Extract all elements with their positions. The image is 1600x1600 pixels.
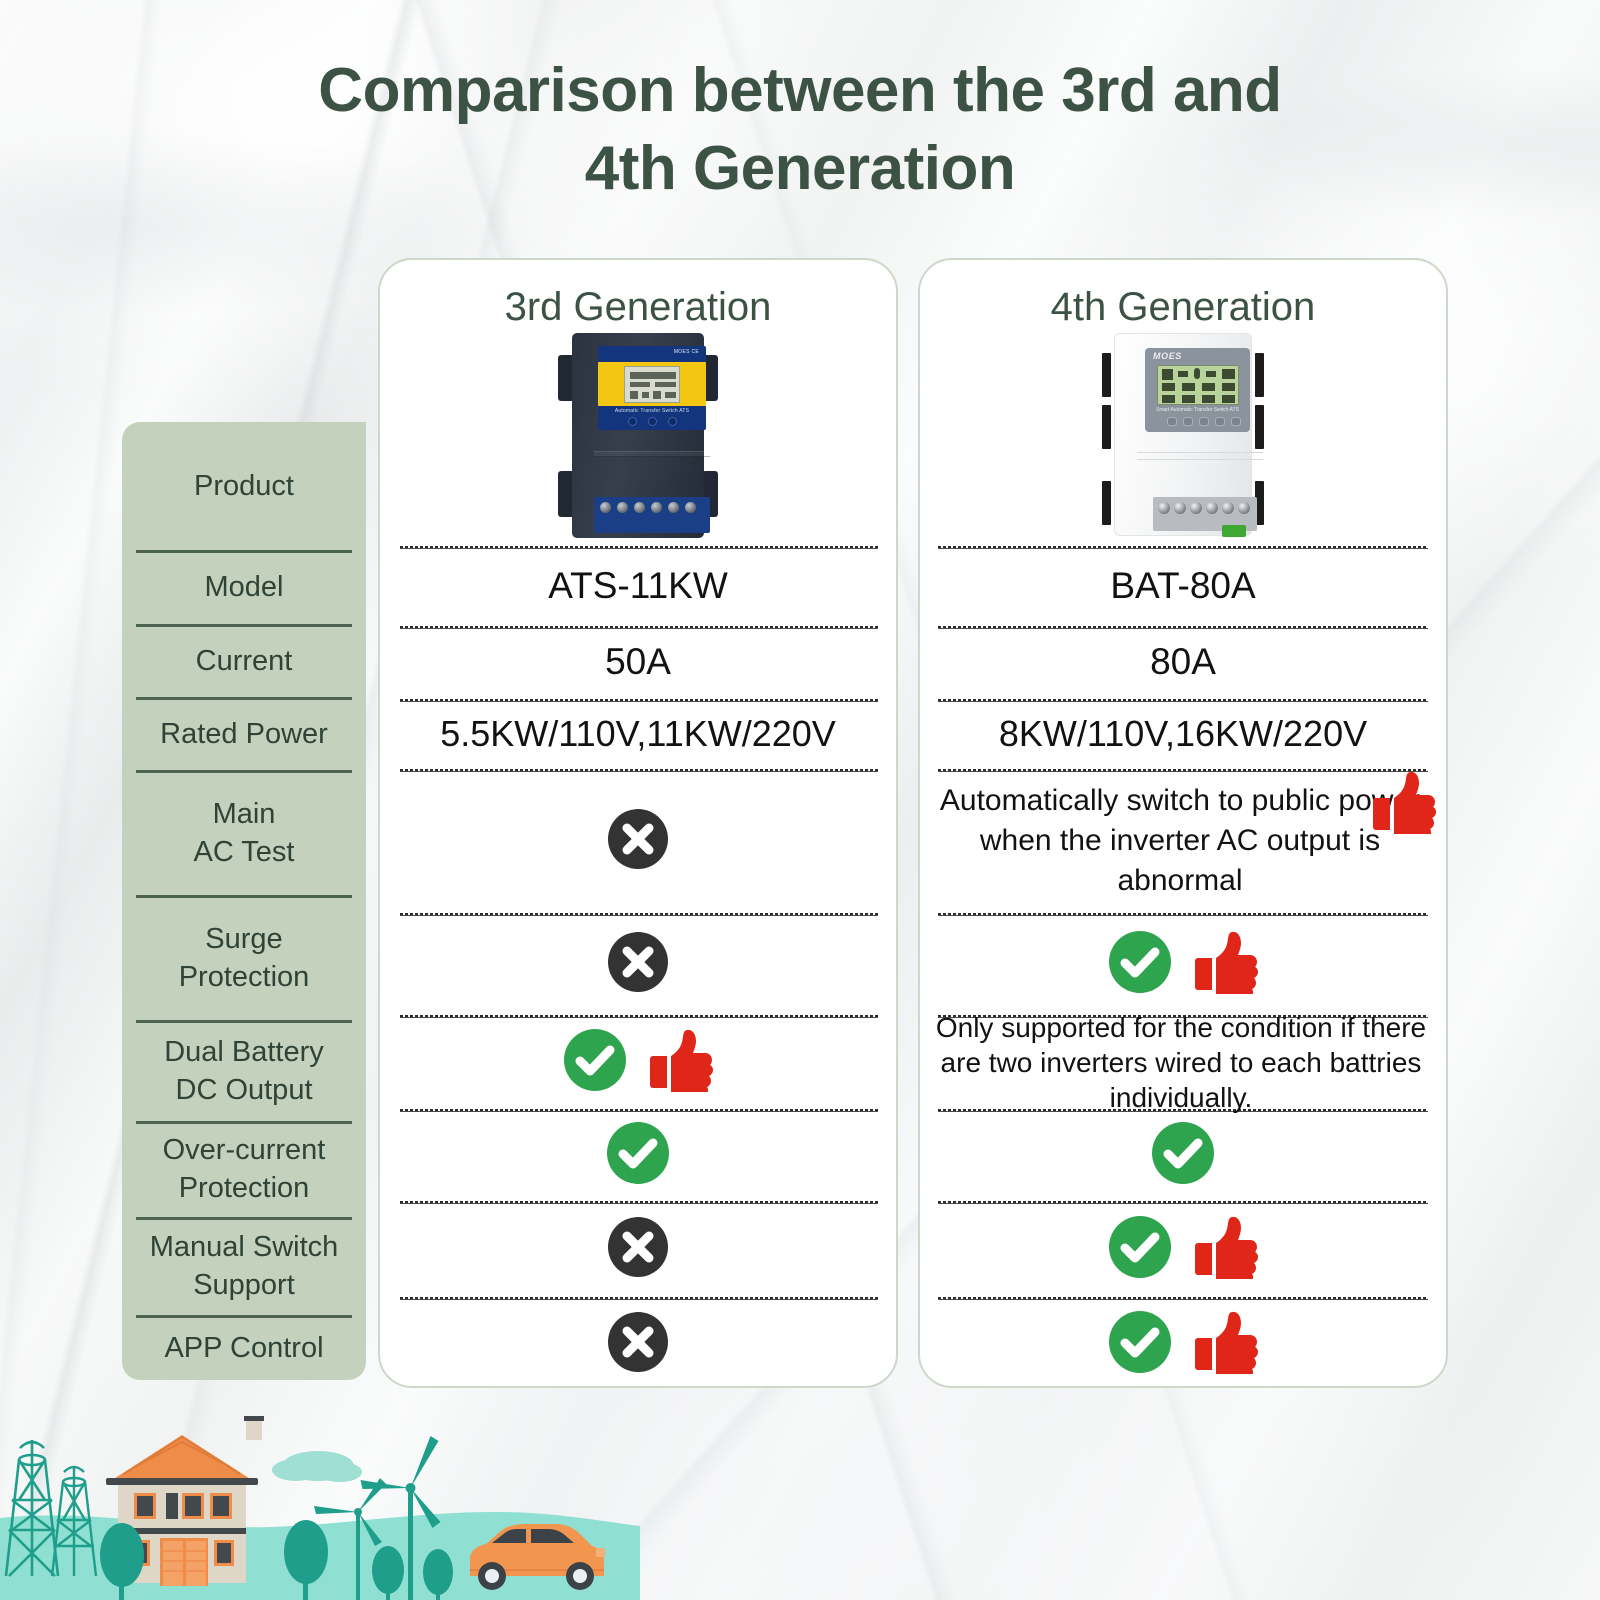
sidebar-label-over-current-line2: Protection bbox=[178, 1172, 310, 1204]
sidebar-label-current-text: Current bbox=[195, 644, 293, 677]
value-app-control-gen4 bbox=[918, 1300, 1448, 1388]
check-icon bbox=[1108, 1310, 1172, 1379]
value-current-gen4: 80A bbox=[918, 627, 1448, 697]
cross-icon bbox=[607, 808, 669, 875]
value-surge-protection-gen4 bbox=[918, 916, 1448, 1012]
sidebar-label-main-ac-test-line1: Main bbox=[212, 797, 276, 830]
value-main-ac-test-gen4: Automatically switch to public power whe… bbox=[924, 772, 1436, 910]
page-title: Comparison between the 3rd and 4th Gener… bbox=[0, 52, 1600, 208]
value-app-control-gen3 bbox=[378, 1300, 898, 1388]
value-rated-power-gen4-text: 8KW/110V,16KW/220V bbox=[998, 712, 1368, 754]
value-over-current-gen4 bbox=[918, 1112, 1448, 1198]
sidebar-label-product: Product bbox=[122, 422, 366, 550]
value-dual-battery-gen4-text: Only supported for the condition if ther… bbox=[935, 1011, 1427, 1113]
thumbs-up-icon bbox=[1190, 930, 1258, 999]
sidebar-label-manual-switch-support: Manual Switch Support bbox=[122, 1217, 366, 1315]
renewable-energy-illustration bbox=[0, 1416, 640, 1600]
value-dual-battery-gen4: Only supported for the condition if ther… bbox=[928, 1012, 1434, 1113]
sidebar-label-product-text: Product bbox=[194, 470, 294, 502]
sidebar-label-model: Model bbox=[122, 550, 366, 624]
column-header-3rd-generation: 3rd Generation bbox=[504, 285, 772, 329]
sidebar-label-main-ac-test-line2: AC Test bbox=[193, 835, 295, 868]
device-gen4-subtitle: Smart Automatic Transfer Switch ATS bbox=[1156, 406, 1239, 413]
sidebar-label-rated-power: Rated Power bbox=[122, 697, 366, 770]
check-icon bbox=[563, 1028, 627, 1097]
product-image-cell-gen3: MOES CE Automatic Transfer Switch ATS bbox=[378, 330, 898, 540]
cross-icon bbox=[607, 1311, 669, 1378]
cloud-icon bbox=[272, 1451, 362, 1482]
sidebar-label-model-text: Model bbox=[204, 571, 284, 603]
sidebar-label-dual-battery-dc-output: Dual Battery DC Output bbox=[122, 1020, 366, 1121]
value-current-gen3-text: 50A bbox=[605, 641, 671, 682]
value-dual-battery-gen3 bbox=[378, 1018, 898, 1106]
check-icon bbox=[1108, 1215, 1172, 1284]
feature-label-sidebar: Product Model Current Rated Power Main A… bbox=[122, 422, 366, 1380]
check-icon bbox=[1151, 1121, 1215, 1190]
value-rated-power-gen4: 8KW/110V,16KW/220V bbox=[918, 700, 1448, 767]
value-model-gen4: BAT-80A bbox=[918, 549, 1448, 623]
value-main-ac-test-gen3 bbox=[378, 772, 898, 910]
cross-icon bbox=[607, 1216, 669, 1283]
value-current-gen3: 50A bbox=[378, 627, 898, 697]
cross-icon bbox=[607, 931, 669, 998]
device-gen3-subtitle: Automatic Transfer Switch ATS bbox=[614, 407, 690, 414]
sidebar-label-manual-switch-line1: Manual Switch bbox=[149, 1231, 339, 1263]
check-icon bbox=[1108, 930, 1172, 999]
ats-device-3rd-gen-black-icon: MOES CE Automatic Transfer Switch ATS bbox=[558, 332, 718, 538]
sidebar-label-app-control: APP Control bbox=[122, 1315, 366, 1380]
product-image-cell-gen4: MOES Smart Automatic Transfer Switch ATS bbox=[918, 330, 1448, 540]
column-header-4th-generation: 4th Generation bbox=[1050, 285, 1316, 329]
device-gen4-green-connector bbox=[1222, 524, 1246, 537]
value-current-gen4-text: 80A bbox=[1150, 641, 1216, 682]
sidebar-label-over-current-line1: Over-current bbox=[162, 1134, 326, 1166]
thumbs-up-icon bbox=[1190, 1215, 1258, 1284]
sidebar-label-manual-switch-line2: Support bbox=[193, 1269, 295, 1301]
sidebar-label-surge-protection-line2: Protection bbox=[178, 960, 310, 993]
sidebar-label-current: Current bbox=[122, 624, 366, 697]
device-gen3-brand: MOES CE bbox=[673, 348, 699, 355]
page-title-line2: 4th Generation bbox=[584, 134, 1016, 203]
value-surge-protection-gen3 bbox=[378, 916, 898, 1012]
sidebar-label-dual-battery-line2: DC Output bbox=[175, 1073, 313, 1106]
value-model-gen3: ATS-11KW bbox=[378, 549, 898, 623]
sidebar-label-surge-protection-line1: Surge bbox=[205, 922, 283, 955]
value-main-ac-test-gen4-text: Automatically switch to public power whe… bbox=[939, 784, 1421, 897]
page-title-line1: Comparison between the 3rd and bbox=[318, 56, 1282, 125]
sidebar-label-main-ac-test: Main AC Test bbox=[122, 770, 366, 895]
check-icon bbox=[606, 1121, 670, 1190]
value-rated-power-gen3-text: 5.5KW/110V,11KW/220V bbox=[440, 712, 836, 754]
sidebar-label-dual-battery-line1: Dual Battery bbox=[164, 1035, 324, 1068]
sidebar-label-over-current-protection: Over-current Protection bbox=[122, 1121, 366, 1217]
thumbs-up-icon bbox=[1190, 1310, 1258, 1379]
value-model-gen4-text: BAT-80A bbox=[1110, 565, 1256, 606]
sidebar-label-app-control-text: APP Control bbox=[164, 1331, 324, 1364]
sidebar-label-rated-power-text: Rated Power bbox=[160, 717, 328, 750]
thumbs-up-icon bbox=[1368, 770, 1436, 839]
thumbs-up-icon bbox=[645, 1028, 713, 1097]
device-gen4-brand: MOES bbox=[1153, 350, 1182, 361]
ats-device-4th-gen-white-icon: MOES Smart Automatic Transfer Switch ATS bbox=[1098, 332, 1268, 538]
value-rated-power-gen3: 5.5KW/110V,11KW/220V bbox=[378, 700, 898, 767]
value-over-current-gen3 bbox=[378, 1112, 898, 1198]
value-manual-switch-gen3 bbox=[378, 1204, 898, 1294]
value-model-gen3-text: ATS-11KW bbox=[548, 565, 728, 606]
sidebar-label-surge-protection: Surge Protection bbox=[122, 895, 366, 1020]
value-manual-switch-gen4 bbox=[918, 1204, 1448, 1294]
